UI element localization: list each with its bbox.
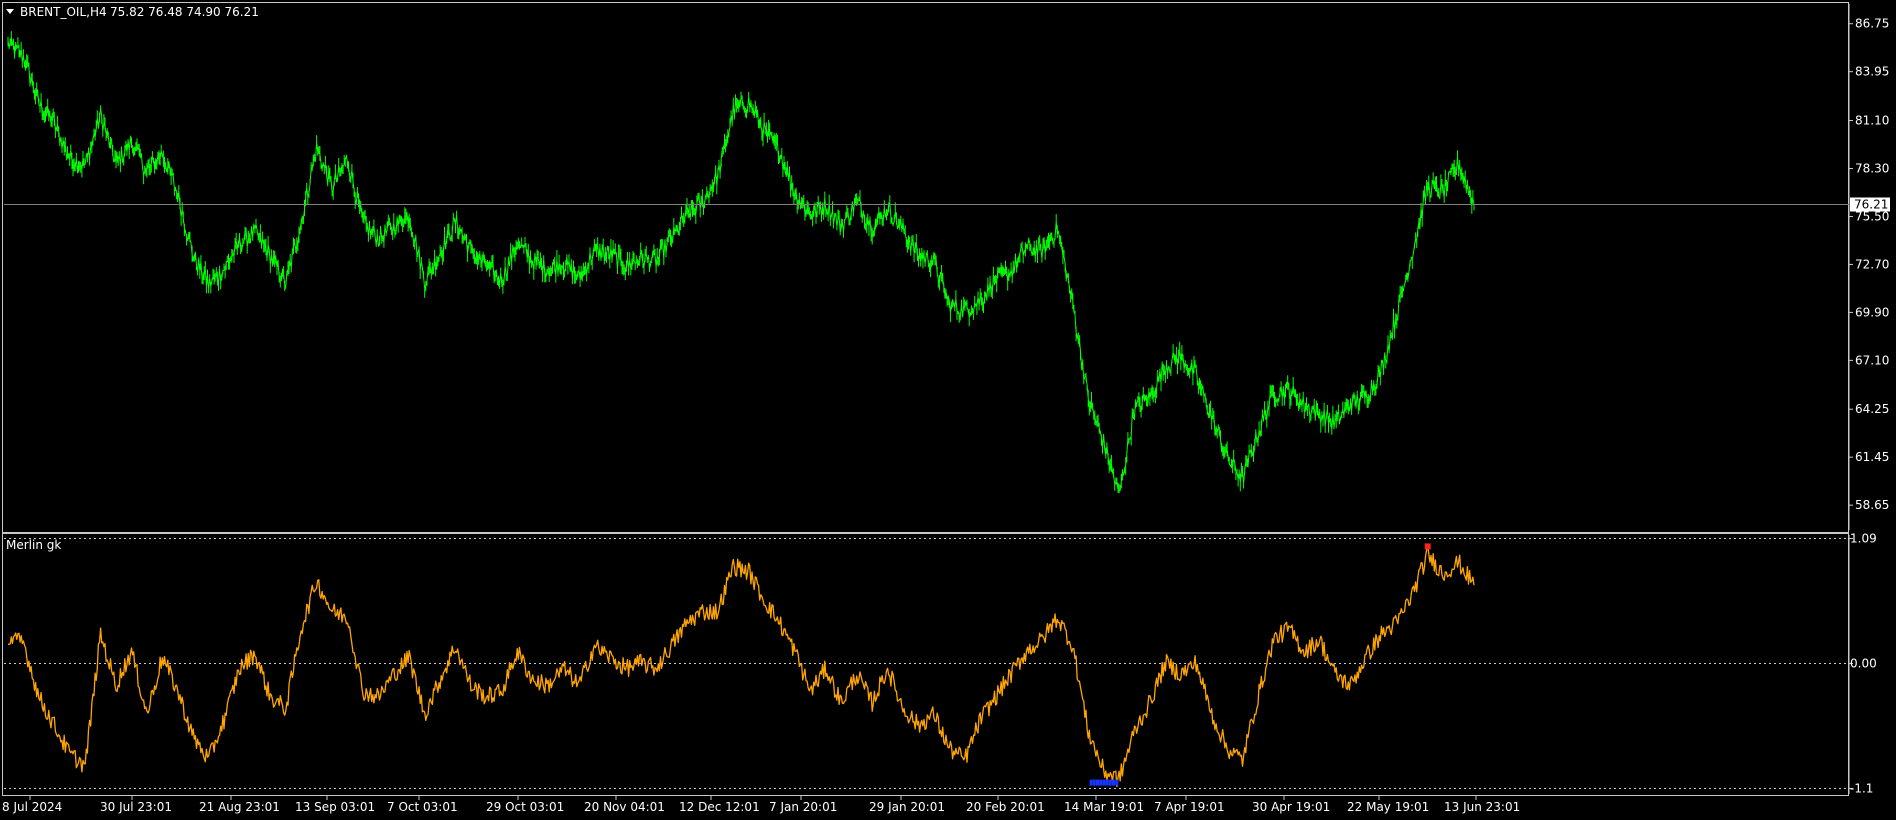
price-tick-label: 61.45: [1855, 450, 1889, 464]
time-tick-label: 8 Jul 2024: [2, 800, 62, 814]
price-tick-label: 69.90: [1855, 305, 1889, 319]
time-tick-label: 13 Sep 03:01: [295, 800, 375, 814]
oversold-marker: [1105, 779, 1109, 786]
indicator-series-group: [8, 545, 1475, 788]
price-tick-label: 75.50: [1855, 209, 1889, 223]
price-tick-label: 72.70: [1855, 257, 1889, 271]
oversold-marker: [1102, 779, 1106, 786]
oversold-marker: [1115, 779, 1119, 786]
oversold-marker: [1099, 779, 1103, 786]
price-tick-label: 86.75: [1855, 17, 1889, 31]
chart-header: BRENT_OIL,H4 75.82 76.48 74.90 76.21: [6, 5, 259, 19]
price-tick-label: 58.65: [1855, 498, 1889, 512]
current-price-label: 76.21: [1854, 198, 1888, 212]
time-tick-label: 7 Oct 03:01: [387, 800, 458, 814]
indicator-series-line: [8, 545, 1475, 788]
time-tick-label: 12 Dec 12:01: [679, 800, 760, 814]
time-tick-label: 14 Mar 19:01: [1064, 800, 1144, 814]
time-tick-label: 20 Nov 04:01: [584, 800, 665, 814]
indicator-markers: [1089, 543, 1431, 786]
oversold-marker: [1108, 779, 1112, 786]
current-price-group: 76.21: [4, 197, 1890, 212]
indicator-level-label: 1.09: [1850, 532, 1877, 546]
time-tick-label: 22 May 19:01: [1347, 800, 1429, 814]
price-axis: 86.75 83.95 81.10 78.30 75.50 72.70 69.90 67.10…: [1848, 4, 1889, 530]
indicator-panel-frame: [2, 533, 1849, 796]
chart-window: BRENT_OIL,H4 75.82 76.48 74.90 76.21 Mer…: [0, 0, 1896, 820]
time-tick-label: 30 Jul 23:01: [100, 800, 172, 814]
indicator-title: Merlin gk: [6, 538, 61, 552]
overbought-marker: [1424, 543, 1431, 550]
indicator-levels: 1.09 0.00 -1.1: [4, 532, 1877, 796]
time-tick-label: 20 Feb 20:01: [966, 800, 1045, 814]
price-tick-label: 81.10: [1855, 114, 1889, 128]
price-tick-label: 67.10: [1855, 353, 1889, 367]
indicator-level-label: -1.1: [1850, 782, 1873, 796]
oversold-marker: [1112, 779, 1115, 786]
time-tick-label: 7 Jan 20:01: [769, 800, 837, 814]
price-tick-label: 64.25: [1855, 402, 1889, 416]
price-series-group: [7, 31, 1475, 494]
price-tick-label: 83.95: [1855, 65, 1889, 79]
triangle-down-icon[interactable]: [6, 9, 14, 14]
time-tick-label: 21 Aug 23:01: [199, 800, 280, 814]
time-tick-label: 29 Oct 03:01: [486, 800, 564, 814]
time-axis: 8 Jul 2024 30 Jul 23:01 21 Aug 23:01 13 Sep…: [2, 795, 1520, 814]
ohlc-values: 75.82 76.48 74.90 76.21: [110, 5, 259, 19]
time-tick-label: 7 Apr 19:01: [1154, 800, 1225, 814]
oversold-marker: [1096, 779, 1099, 786]
price-series-line: [7, 31, 1475, 494]
time-tick-label: 29 Jan 20:01: [869, 800, 945, 814]
oversold-marker: [1089, 779, 1093, 786]
indicator-level-label: 0.00: [1850, 657, 1877, 671]
price-panel-frame: [2, 2, 1849, 533]
symbol-label: BRENT_OIL,H4: [20, 5, 107, 19]
time-tick-label: 13 Jun 23:01: [1444, 800, 1520, 814]
chart-canvas[interactable]: BRENT_OIL,H4 75.82 76.48 74.90 76.21 Mer…: [0, 0, 1896, 820]
time-tick-label: 30 Apr 19:01: [1252, 800, 1330, 814]
oversold-marker: [1092, 779, 1096, 786]
price-tick-label: 78.30: [1855, 161, 1889, 175]
